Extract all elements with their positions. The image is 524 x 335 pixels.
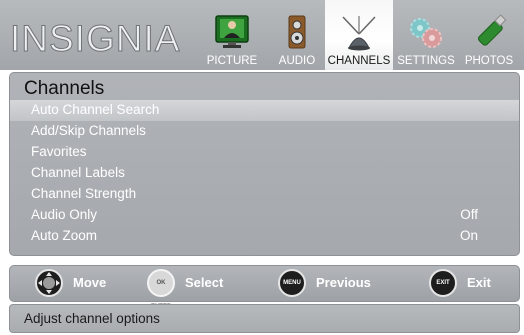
tab-channels-label: CHANNELS	[327, 55, 391, 67]
menu-title: Channels	[24, 78, 105, 99]
menu-item-label: Auto Channel Search	[31, 102, 160, 117]
menu-item-label: Audio Only	[31, 207, 98, 222]
tab-audio-label: AUDIO	[278, 55, 316, 67]
menu-item-channel-strength[interactable]: Channel Strength	[10, 184, 519, 205]
tab-photos-label: PHOTOS	[464, 55, 514, 67]
tab-settings-label: SETTINGS	[397, 55, 455, 67]
nav-move-label: Move	[73, 275, 107, 290]
menu-item-auto-channel-search[interactable]: Auto Channel Search	[10, 100, 519, 121]
tab-photos[interactable]: PHOTOS	[459, 0, 519, 70]
tab-picture[interactable]: PICTURE	[199, 0, 265, 70]
audio-only-value: Off	[460, 207, 478, 222]
top-menu-bar: INSIGNIA PICTURE AUDIO CHANNELS SETTINGS…	[0, 0, 524, 70]
auto-zoom-value: On	[459, 228, 478, 243]
menu-item-label: Channel Labels	[31, 165, 125, 180]
menu-item-label: Channel Strength	[31, 186, 137, 201]
tab-settings[interactable]: SETTINGS	[395, 0, 457, 70]
antenna-icon	[342, 16, 376, 51]
exit-button-icon: EXIT	[429, 269, 457, 297]
nav-previous-label: Previous	[316, 275, 371, 290]
menu-item-audio-only[interactable]: Audio Only Off	[10, 205, 519, 226]
menu-item-favorites[interactable]: Favorites	[10, 142, 519, 163]
help-text: Adjust channel options	[24, 311, 160, 326]
nav-exit-label: Exit	[467, 275, 491, 290]
menu-item-channel-labels[interactable]: Channel Labels	[10, 163, 519, 184]
menu-item-add-skip-channels[interactable]: Add/Skip Channels	[10, 121, 519, 142]
menu-item-label: Auto Zoom	[31, 228, 98, 243]
help-text-bar: Adjust channel options	[9, 304, 520, 333]
speaker-icon	[288, 15, 306, 49]
picture-tv-icon	[215, 15, 249, 48]
usb-drive-icon	[478, 14, 507, 46]
ok-enter-button-icon: OK ENTER	[147, 269, 175, 310]
remote-button-guide: Move OK ENTER Select MENU Previous EXIT …	[9, 265, 520, 310]
tab-channels[interactable]: CHANNELS	[325, 0, 393, 70]
menu-item-label: Add/Skip Channels	[31, 123, 146, 138]
tab-picture-label: PICTURE	[206, 55, 258, 67]
menu-item-auto-zoom[interactable]: Auto Zoom On	[10, 226, 519, 247]
menu-item-label: Favorites	[31, 144, 87, 159]
tab-audio[interactable]: AUDIO	[272, 0, 322, 70]
menu-button-icon: MENU	[278, 269, 306, 297]
nav-select-label: Select	[185, 275, 224, 290]
settings-gears-icon	[410, 18, 442, 48]
channels-menu-panel: Channels Auto Channel Search Add/Skip Ch…	[9, 72, 520, 256]
brand-logo: INSIGNIA	[9, 18, 181, 60]
dpad-icon	[35, 269, 63, 297]
